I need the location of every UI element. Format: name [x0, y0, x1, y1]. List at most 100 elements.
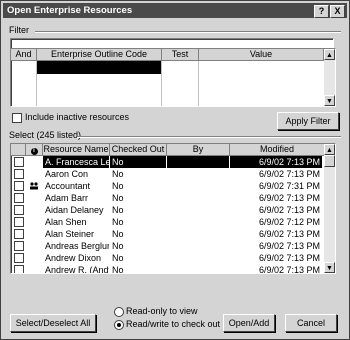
- filter-divider: [35, 31, 341, 32]
- checked-out-cell: No: [112, 241, 124, 251]
- modified-cell: 6/9/02 7:13 PM: [258, 205, 320, 215]
- row-checkbox[interactable]: [14, 169, 24, 179]
- filter-col-test[interactable]: Test: [162, 49, 199, 61]
- table-row[interactable]: Aaron Con No 6/9/02 7:13 PM: [11, 168, 324, 180]
- modified-cell: 6/9/02 7:13 PM: [258, 253, 320, 263]
- close-icon: X: [334, 6, 341, 16]
- row-checkbox[interactable]: [14, 181, 24, 191]
- checked-out-cell: No: [112, 265, 124, 274]
- col-checked-out[interactable]: Checked Out: [110, 144, 167, 156]
- filter-col-outline-code[interactable]: Enterprise Outline Code: [37, 49, 162, 61]
- by-cell: [167, 156, 229, 168]
- modified-cell: 6/9/02 7:13 PM: [230, 156, 322, 168]
- by-cell: [167, 204, 229, 216]
- resource-name-cell: Aidan Delaney: [45, 205, 104, 215]
- filter-grid[interactable]: And Enterprise Outline Code Test Value ▲…: [10, 48, 336, 107]
- checked-out-cell: No: [112, 229, 124, 239]
- select-divider: [77, 136, 341, 137]
- open-add-button[interactable]: Open/Add: [223, 314, 275, 332]
- checked-out-cell: No: [112, 217, 124, 227]
- help-button[interactable]: ?: [314, 5, 329, 18]
- row-checkbox[interactable]: [14, 217, 24, 227]
- by-cell: [167, 168, 229, 180]
- readonly-label: Read-only to view: [126, 306, 198, 316]
- row-checkbox[interactable]: [14, 241, 24, 251]
- col-modified[interactable]: Modified: [230, 144, 325, 156]
- col-resource-name[interactable]: Resource Name: [43, 144, 110, 156]
- resource-scroll-up-arrow-icon[interactable]: ▲: [324, 144, 335, 155]
- row-checkbox[interactable]: [14, 205, 24, 215]
- row-checkbox[interactable]: [14, 157, 24, 167]
- resource-scroll-down-arrow-icon[interactable]: ▼: [324, 262, 335, 273]
- checked-out-cell: No: [112, 205, 124, 215]
- group-icon: [29, 182, 39, 190]
- by-cell: [167, 264, 229, 273]
- resource-scroll-thumb[interactable]: [324, 155, 335, 167]
- resource-rows: A. Francesca LeonNo6/9/02 7:13 PMAaron C…: [11, 156, 324, 273]
- resource-name-cell: Andrew Dixon: [45, 253, 102, 263]
- by-cell: [167, 216, 229, 228]
- row-checkbox[interactable]: [14, 253, 24, 263]
- help-icon: ?: [318, 6, 325, 16]
- table-row[interactable]: Andrew Dixon No 6/9/02 7:13 PM: [11, 252, 324, 264]
- modified-cell: 6/9/02 7:12 PM: [258, 217, 320, 227]
- table-row[interactable]: Accountant No 6/9/02 7:31 PM: [11, 180, 324, 192]
- select-label: Select (245 listed): [9, 130, 82, 140]
- apply-filter-button[interactable]: Apply Filter: [277, 112, 339, 130]
- table-row[interactable]: Andrew R. (Andy) No 6/9/02 7:13 PM: [11, 264, 324, 274]
- row-checkbox[interactable]: [14, 265, 24, 273]
- readwrite-radio[interactable]: [114, 320, 124, 330]
- table-row[interactable]: Andreas BerglundNo 6/9/02 7:13 PM: [11, 240, 324, 252]
- resource-name-cell: A. Francesca Leon: [43, 156, 109, 168]
- close-button[interactable]: X: [330, 5, 345, 18]
- readonly-radio[interactable]: [114, 307, 124, 317]
- by-cell: [167, 240, 229, 252]
- include-inactive-checkbox[interactable]: [12, 113, 22, 123]
- filter-selected-cell[interactable]: [37, 61, 161, 74]
- checked-out-cell: No: [112, 181, 124, 191]
- table-row[interactable]: A. Francesca LeonNo 6/9/02 7:13 PM: [11, 156, 324, 168]
- resource-name-cell: Aaron Con: [45, 169, 89, 179]
- modified-cell: 6/9/02 7:31 PM: [258, 181, 320, 191]
- filter-scroll-down-arrow-icon[interactable]: ▼: [324, 95, 335, 106]
- resource-name-cell: Alan Steiner: [45, 229, 95, 239]
- by-cell: [167, 192, 229, 204]
- col-info[interactable]: i: [26, 144, 43, 156]
- row-checkbox[interactable]: [14, 229, 24, 239]
- resource-name-cell: Adam Barr: [45, 193, 89, 203]
- filter-divider-1: [36, 61, 37, 106]
- modified-cell: 6/9/02 7:13 PM: [258, 265, 320, 274]
- resource-name-cell: Andreas Berglund: [45, 241, 109, 251]
- title-bar: Open Enterprise Resources ? X: [3, 3, 347, 18]
- select-deselect-all-button[interactable]: Select/Deselect All: [10, 314, 96, 332]
- col-checkbox[interactable]: [11, 144, 26, 156]
- checked-out-cell: No: [110, 156, 166, 168]
- include-inactive-label: Include inactive resources: [25, 112, 130, 122]
- filter-col-value[interactable]: Value: [199, 49, 324, 61]
- table-row[interactable]: Aidan Delaney No 6/9/02 7:13 PM: [11, 204, 324, 216]
- by-cell: [167, 228, 229, 240]
- cancel-button[interactable]: Cancel: [285, 314, 337, 332]
- modified-cell: 6/9/02 7:13 PM: [258, 229, 320, 239]
- resource-name-cell: Accountant: [45, 181, 91, 191]
- row-checkbox[interactable]: [14, 193, 24, 203]
- table-row[interactable]: Alan Steiner No 6/9/02 7:13 PM: [11, 228, 324, 240]
- filter-divider-3: [198, 61, 199, 106]
- filter-col-and[interactable]: And: [11, 49, 37, 61]
- by-cell: [167, 180, 229, 192]
- filter-scrollbar[interactable]: ▲ ▼: [324, 49, 335, 106]
- filter-divider-2: [161, 61, 162, 106]
- resource-name-cell: Andrew R. (Andy): [45, 265, 109, 274]
- checked-out-cell: No: [112, 193, 124, 203]
- open-enterprise-resources-dialog: Open Enterprise Resources ? X Filter And…: [0, 0, 350, 340]
- filter-scroll-up-arrow-icon[interactable]: ▲: [324, 49, 335, 60]
- info-icon: i: [30, 148, 38, 155]
- checked-out-cell: No: [112, 253, 124, 263]
- by-cell: [167, 252, 229, 264]
- resource-list[interactable]: i Resource Name Checked Out By Modified …: [10, 143, 336, 274]
- resource-scrollbar[interactable]: ▲ ▼: [324, 144, 335, 273]
- table-row[interactable]: Alan Shen No 6/9/02 7:12 PM: [11, 216, 324, 228]
- col-by[interactable]: By: [167, 144, 230, 156]
- table-row[interactable]: Adam Barr No 6/9/02 7:13 PM: [11, 192, 324, 204]
- resource-name-cell: Alan Shen: [45, 217, 87, 227]
